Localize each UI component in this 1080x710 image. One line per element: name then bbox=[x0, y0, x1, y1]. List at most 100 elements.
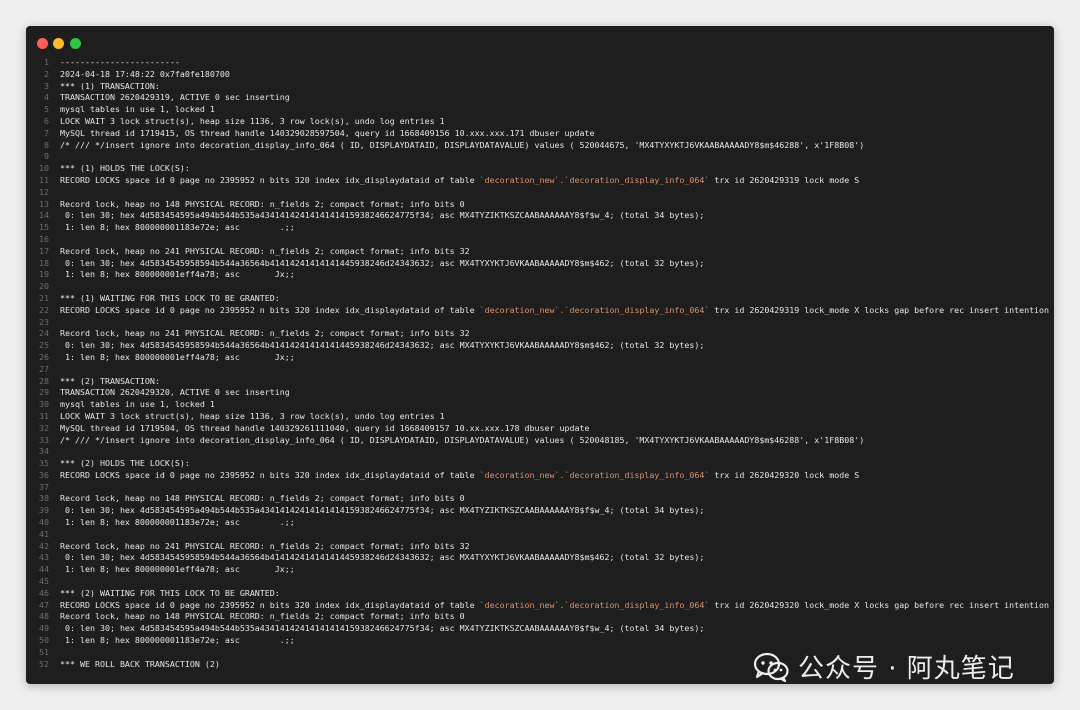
code-text: 2024-04-18 17:48:22 0x7fa0fe180700 bbox=[60, 69, 1054, 81]
code-segment: *** (1) TRANSACTION: bbox=[60, 80, 160, 91]
code-segment: LOCK WAIT 3 lock struct(s), heap size 11… bbox=[60, 115, 445, 126]
code-line: 48 Record lock, heap no 148 PHYSICAL RECO… bbox=[26, 611, 1054, 623]
code-segment: mysql tables in use 1, locked 1 bbox=[60, 399, 215, 410]
code-line: 9 bbox=[26, 151, 1054, 163]
line-number: 19 bbox=[39, 269, 49, 280]
code-line: 34 bbox=[26, 446, 1054, 458]
code-segment: trx id 2620429320 lock_mode X locks gap … bbox=[709, 599, 1054, 610]
code-line: 7 MySQL thread id 1719415, OS thread hand… bbox=[26, 128, 1054, 140]
code-text: 0: len 30; hex 4d583454595a494b544b535a4… bbox=[60, 505, 1054, 517]
code-segment: mysql tables in use 1, locked 1 bbox=[60, 104, 215, 115]
code-text: ------------------------ bbox=[60, 57, 1054, 69]
table-name-highlight: `decoration_new`.`decoration_display_inf… bbox=[479, 304, 710, 315]
code-line: 37 bbox=[26, 482, 1054, 494]
zoom-window-button[interactable] bbox=[70, 38, 81, 49]
code-line: 17 Record lock, heap no 241 PHYSICAL RECO… bbox=[26, 246, 1054, 258]
line-number: 41 bbox=[39, 528, 49, 539]
code-line: 31 LOCK WAIT 3 lock struct(s), heap size … bbox=[26, 411, 1054, 423]
line-number: 12 bbox=[39, 186, 49, 197]
line-number: 3 bbox=[44, 80, 49, 91]
code-text: Record lock, heap no 241 PHYSICAL RECORD… bbox=[60, 246, 1054, 258]
close-window-button[interactable] bbox=[37, 38, 48, 49]
line-number: 29 bbox=[39, 387, 49, 398]
line-number: 51 bbox=[39, 646, 49, 657]
code-text: TRANSACTION 2620429320, ACTIVE 0 sec ins… bbox=[60, 387, 1054, 399]
code-text: mysql tables in use 1, locked 1 bbox=[60, 399, 1054, 411]
code-line: 47 RECORD LOCKS space id 0 page no 239595… bbox=[26, 600, 1054, 612]
line-number: 8 bbox=[44, 139, 49, 150]
code-text: 1: len 8; hex 800000001183e72e; asc .;; bbox=[60, 635, 1054, 647]
code-line: 39 0: len 30; hex 4d583454595a494b544b53… bbox=[26, 505, 1054, 517]
line-number: 44 bbox=[39, 564, 49, 575]
line-number: 33 bbox=[39, 434, 49, 445]
watermark-text: 公众号 · 阿丸笔记 bbox=[798, 654, 1015, 684]
line-number: 22 bbox=[39, 304, 49, 315]
code-segment: 0: len 30; hex 4d583454595a494b544b535a4… bbox=[60, 505, 705, 516]
code-text: 1: len 8; hex 800000001eff4a78; asc Jx;; bbox=[60, 352, 1054, 364]
code-line: 40 1: len 8; hex 800000001183e72e; asc .… bbox=[26, 517, 1054, 529]
code-text: 0: len 30; hex 4d583454595a494b544b535a4… bbox=[60, 623, 1054, 635]
line-number: 6 bbox=[44, 115, 49, 126]
minimize-window-button[interactable] bbox=[53, 38, 64, 49]
code-text: *** (1) WAITING FOR THIS LOCK TO BE GRAN… bbox=[60, 293, 1054, 305]
code-line: 30 mysql tables in use 1, locked 1 bbox=[26, 399, 1054, 411]
code-line: 18 0: len 30; hex 4d5834545958594b544a36… bbox=[26, 258, 1054, 270]
code-line: 20 bbox=[26, 281, 1054, 293]
line-number: 27 bbox=[39, 363, 49, 374]
code-text: Record lock, heap no 148 PHYSICAL RECORD… bbox=[60, 493, 1054, 505]
line-number: 16 bbox=[39, 233, 49, 244]
code-segment: 1: len 8; hex 800000001183e72e; asc .;; bbox=[60, 635, 295, 646]
code-text: RECORD LOCKS space id 0 page no 2395952 … bbox=[60, 470, 1054, 482]
code-line: 29 TRANSACTION 2620429320, ACTIVE 0 sec i… bbox=[26, 387, 1054, 399]
code-segment: 1: len 8; hex 800000001eff4a78; asc Jx;; bbox=[60, 564, 295, 575]
code-line: 19 1: len 8; hex 800000001eff4a78; asc J… bbox=[26, 269, 1054, 281]
code-text: RECORD LOCKS space id 0 page no 2395952 … bbox=[60, 600, 1054, 612]
line-number: 23 bbox=[39, 316, 49, 327]
code-text: LOCK WAIT 3 lock struct(s), heap size 11… bbox=[60, 411, 1054, 423]
code-segment: Record lock, heap no 241 PHYSICAL RECORD… bbox=[60, 540, 470, 551]
code-line: 50 1: len 8; hex 800000001183e72e; asc .… bbox=[26, 635, 1054, 647]
code-segment: MySQL thread id 1719415, OS thread handl… bbox=[60, 127, 595, 138]
line-number: 17 bbox=[39, 245, 49, 256]
code-segment: 2024-04-18 17:48:22 0x7fa0fe180700 bbox=[60, 68, 230, 79]
code-text: 0: len 30; hex 4d5834545958594b544a36564… bbox=[60, 340, 1054, 352]
code-text: 1: len 8; hex 800000001eff4a78; asc Jx;; bbox=[60, 269, 1054, 281]
code-window: 1 ------------------------ 2 2024-04-18 17:… bbox=[26, 26, 1054, 684]
code-segment: 0: len 30; hex 4d5834545958594b544a36564… bbox=[60, 257, 705, 268]
code-text: 0: len 30; hex 4d583454595a494b544b535a4… bbox=[60, 210, 1054, 222]
code-text: Record lock, heap no 241 PHYSICAL RECORD… bbox=[60, 541, 1054, 553]
code-segment: TRANSACTION 2620429319, ACTIVE 0 sec ins… bbox=[60, 92, 290, 103]
code-text: 1: len 8; hex 800000001183e72e; asc .;; bbox=[60, 517, 1054, 529]
line-number: 13 bbox=[39, 198, 49, 209]
code-segment: Record lock, heap no 148 PHYSICAL RECORD… bbox=[60, 493, 465, 504]
line-number: 42 bbox=[39, 540, 49, 551]
line-number: 46 bbox=[39, 587, 49, 598]
code-segment: *** (2) HOLDS THE LOCK(S): bbox=[60, 458, 190, 469]
code-line: 38 Record lock, heap no 148 PHYSICAL RECO… bbox=[26, 493, 1054, 505]
code-text: *** (2) WAITING FOR THIS LOCK TO BE GRAN… bbox=[60, 588, 1054, 600]
code-line: 10 *** (1) HOLDS THE LOCK(S): bbox=[26, 163, 1054, 175]
code-line: 28 *** (2) TRANSACTION: bbox=[26, 376, 1054, 388]
code-line: 6 LOCK WAIT 3 lock struct(s), heap size 1… bbox=[26, 116, 1054, 128]
line-number: 24 bbox=[39, 328, 49, 339]
line-number: 45 bbox=[39, 576, 49, 587]
code-line: 27 bbox=[26, 364, 1054, 376]
line-number: 20 bbox=[39, 281, 49, 292]
code-line: 1 ------------------------ bbox=[26, 57, 1054, 69]
line-number: 36 bbox=[39, 469, 49, 480]
code-segment: 0: len 30; hex 4d5834545958594b544a36564… bbox=[60, 552, 705, 563]
code-segment: RECORD LOCKS space id 0 page no 2395952 … bbox=[60, 599, 480, 610]
line-number: 2 bbox=[44, 68, 49, 79]
code-segment: 1: len 8; hex 800000001eff4a78; asc Jx;; bbox=[60, 269, 295, 280]
line-number: 4 bbox=[44, 92, 49, 103]
code-segment: 1: len 8; hex 800000001183e72e; asc .;; bbox=[60, 222, 295, 233]
code-segment: MySQL thread id 1719504, OS thread handl… bbox=[60, 422, 590, 433]
line-number: 39 bbox=[39, 505, 49, 516]
line-number: 30 bbox=[39, 399, 49, 410]
line-number: 28 bbox=[39, 375, 49, 386]
